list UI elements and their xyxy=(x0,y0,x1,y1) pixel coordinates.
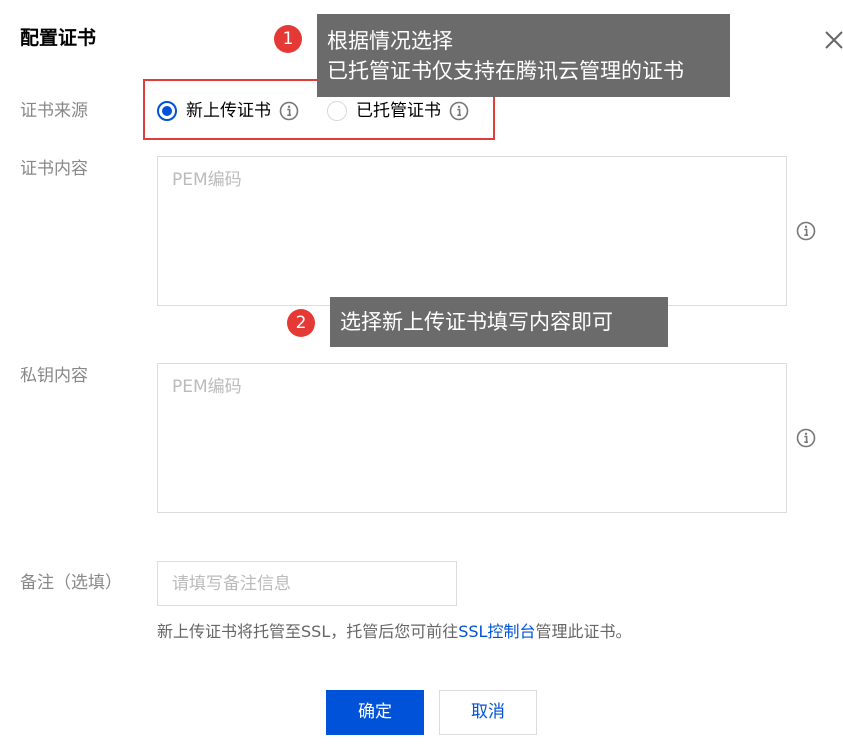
private-key-textarea[interactable] xyxy=(157,363,787,513)
ssl-console-link[interactable]: SSL控制台 xyxy=(458,622,535,641)
cancel-button[interactable]: 取消 xyxy=(439,690,537,735)
remark-label: 备注（选填） xyxy=(20,573,122,593)
cert-source-label: 证书来源 xyxy=(20,101,88,121)
dialog-title: 配置证书 xyxy=(20,27,97,49)
confirm-button[interactable]: 确定 xyxy=(326,690,424,735)
private-key-label: 私钥内容 xyxy=(20,366,88,386)
annotation-badge-1: 1 xyxy=(274,25,302,53)
annotation-1-line2: 已托管证书仅支持在腾讯云管理的证书 xyxy=(327,59,684,83)
hint-suffix: 管理此证书。 xyxy=(535,622,632,641)
annotation-1-line1: 根据情况选择 xyxy=(327,29,453,53)
hint-text: 新上传证书将托管至SSL，托管后您可前往SSL控制台管理此证书。 xyxy=(157,620,631,644)
close-button[interactable] xyxy=(822,28,843,52)
info-icon[interactable] xyxy=(796,221,816,241)
cert-content-label: 证书内容 xyxy=(20,159,88,179)
remark-input[interactable] xyxy=(157,561,457,606)
annotation-tooltip-2: 选择新上传证书填写内容即可 xyxy=(330,297,668,347)
close-icon xyxy=(822,28,843,52)
annotation-badge-2: 2 xyxy=(287,309,315,337)
hint-prefix: 新上传证书将托管至SSL，托管后您可前往 xyxy=(157,622,459,641)
info-icon[interactable] xyxy=(796,428,816,448)
annotation-tooltip-1: 根据情况选择 已托管证书仅支持在腾讯云管理的证书 xyxy=(317,14,730,97)
cert-content-textarea[interactable] xyxy=(157,156,787,306)
